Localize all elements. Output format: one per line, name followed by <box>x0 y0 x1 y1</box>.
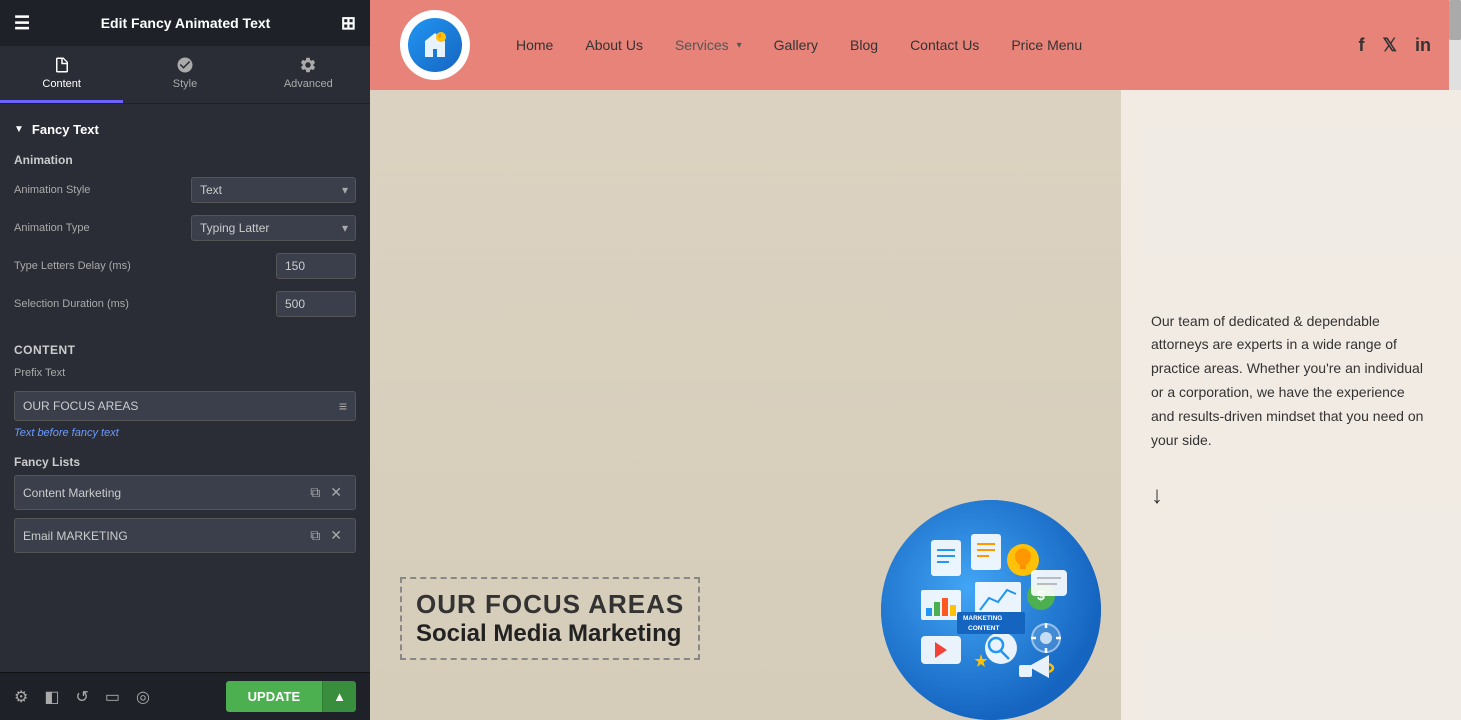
nav-blog[interactable]: Blog <box>834 0 894 90</box>
update-button-wrap: UPDATE ▲ <box>226 681 356 712</box>
site-content: OUR FOCUS AREAS Social Media Marketing <box>370 90 1461 720</box>
tab-advanced-label: Advanced <box>284 78 333 90</box>
selection-row: Selection Duration (ms) <box>14 291 356 317</box>
history-icon[interactable]: ↺ <box>75 687 88 707</box>
nav-price[interactable]: Price Menu <box>995 0 1098 90</box>
tab-content-label: Content <box>42 78 81 90</box>
svg-text:CONTENT: CONTENT <box>968 625 999 632</box>
animation-style-select[interactable]: Text Cursor Highlight <box>191 177 356 203</box>
hamburger-icon[interactable]: ☰ <box>14 13 30 34</box>
nav-contact[interactable]: Contact Us <box>894 0 995 90</box>
panel-title: Edit Fancy Animated Text <box>101 15 271 31</box>
prefix-input-row[interactable]: ≡ <box>14 391 356 421</box>
prefix-text-input[interactable] <box>15 392 331 420</box>
animation-group: Animation Animation Style Text Cursor Hi… <box>0 145 370 333</box>
selection-input[interactable] <box>276 291 356 317</box>
nav-services[interactable]: Services ▾ <box>659 0 758 90</box>
nav-gallery[interactable]: Gallery <box>758 0 834 90</box>
delay-row: Type Letters Delay (ms) <box>14 253 356 279</box>
nav-home[interactable]: Home <box>500 0 569 90</box>
animation-type-row: Animation Type Typing Latter Delete Then… <box>14 215 356 241</box>
bottom-bar: ⚙ ◧ ↺ ▭ ◎ UPDATE ▲ <box>0 672 370 720</box>
selection-label: Selection Duration (ms) <box>14 298 144 310</box>
linkedin-icon[interactable]: in <box>1415 35 1431 56</box>
social-icons: f 𝕏 in <box>1358 35 1431 56</box>
fancy-lists-label: Fancy Lists <box>0 449 370 475</box>
down-arrow-icon: ↓ <box>1151 482 1431 510</box>
site-logo <box>400 10 470 80</box>
update-button[interactable]: UPDATE <box>226 681 322 712</box>
nav-links: Home About Us Services ▾ Gallery Blog Co… <box>500 0 1358 90</box>
animation-section-title: Animation <box>14 153 356 167</box>
fancy-list-item-1-label: Content Marketing <box>23 486 305 500</box>
fancy-list-item-1-copy-button[interactable]: ⧉ <box>305 482 325 503</box>
animation-style-row: Animation Style Text Cursor Highlight <box>14 177 356 203</box>
marketing-circle: $ <box>881 500 1101 720</box>
tab-content[interactable]: Content <box>0 46 123 103</box>
nav-about[interactable]: About Us <box>569 0 659 90</box>
panel-header: ☰ Edit Fancy Animated Text ⊞ <box>0 0 370 46</box>
animation-type-select-wrapper: Typing Latter Delete Then Type Fade In <box>191 215 356 241</box>
fancy-list-item-2-copy-button[interactable]: ⧉ <box>305 525 325 546</box>
prefix-field-group: Prefix Text <box>0 361 370 391</box>
grid-icon[interactable]: ⊞ <box>341 13 356 34</box>
layers-icon[interactable]: ◧ <box>44 687 59 707</box>
delay-label: Type Letters Delay (ms) <box>14 260 144 272</box>
tab-advanced[interactable]: Advanced <box>247 46 370 103</box>
marketing-circle-content: $ <box>901 520 1081 700</box>
preview-icon[interactable]: ◎ <box>136 687 150 707</box>
hero-right: Our team of dedicated & dependable attor… <box>1121 90 1461 720</box>
right-panel: Home About Us Services ▾ Gallery Blog Co… <box>370 0 1461 720</box>
services-dropdown-icon: ▾ <box>737 40 742 51</box>
fancy-text-section-header[interactable]: ▼ Fancy Text <box>0 114 370 145</box>
twitter-icon[interactable]: 𝕏 <box>1382 35 1397 56</box>
bottom-bar-icons: ⚙ ◧ ↺ ▭ ◎ <box>14 687 150 707</box>
content-section-title: Content <box>0 333 370 361</box>
tab-style-label: Style <box>173 78 197 90</box>
hero-section: OUR FOCUS AREAS Social Media Marketing <box>370 90 1461 720</box>
animation-type-label: Animation Type <box>14 222 144 234</box>
delay-input[interactable] <box>276 253 356 279</box>
marketing-circle-svg: $ <box>901 520 1081 700</box>
text-align-icon: ≡ <box>331 392 355 420</box>
fancy-list-item-2-label: Email MARKETING <box>23 529 305 543</box>
prefix-hint: Text before fancy text <box>0 425 370 449</box>
nav-services-label: Services <box>675 37 729 53</box>
focus-areas-subtitle: Social Media Marketing <box>416 620 684 648</box>
prefix-label: Prefix Text <box>14 367 356 379</box>
responsive-icon[interactable]: ▭ <box>105 687 120 707</box>
tabs-row: Content Style Advanced <box>0 46 370 104</box>
panel-body: ▼ Fancy Text Animation Animation Style T… <box>0 104 370 672</box>
animation-style-label: Animation Style <box>14 184 144 196</box>
fancy-text-label: Fancy Text <box>32 122 99 137</box>
tab-style[interactable]: Style <box>123 46 246 103</box>
focus-text-box: OUR FOCUS AREAS Social Media Marketing <box>400 577 700 660</box>
update-arrow-button[interactable]: ▲ <box>322 681 356 712</box>
focus-areas-label: OUR FOCUS AREAS <box>416 589 684 620</box>
scroll-thumb <box>1449 0 1461 40</box>
attorney-text: Our team of dedicated & dependable attor… <box>1151 310 1431 453</box>
svg-text:MARKETING: MARKETING <box>963 615 1002 622</box>
fancy-list-item-2-delete-button[interactable]: ✕ <box>325 525 347 546</box>
fancy-list-item-1: Content Marketing ⧉ ✕ <box>14 475 356 510</box>
collapse-arrow: ▼ <box>14 124 24 135</box>
left-panel: ☰ Edit Fancy Animated Text ⊞ Content Sty… <box>0 0 370 720</box>
logo-icon <box>419 29 451 61</box>
hero-left: OUR FOCUS AREAS Social Media Marketing <box>370 90 1121 720</box>
settings-icon[interactable]: ⚙ <box>14 687 28 707</box>
animation-type-select[interactable]: Typing Latter Delete Then Type Fade In <box>191 215 356 241</box>
fancy-list-item-1-delete-button[interactable]: ✕ <box>325 482 347 503</box>
facebook-icon[interactable]: f <box>1358 35 1364 56</box>
animation-style-select-wrapper: Text Cursor Highlight <box>191 177 356 203</box>
site-nav: Home About Us Services ▾ Gallery Blog Co… <box>370 0 1461 90</box>
fancy-list-item-2: Email MARKETING ⧉ ✕ <box>14 518 356 553</box>
logo-inner <box>408 18 462 72</box>
